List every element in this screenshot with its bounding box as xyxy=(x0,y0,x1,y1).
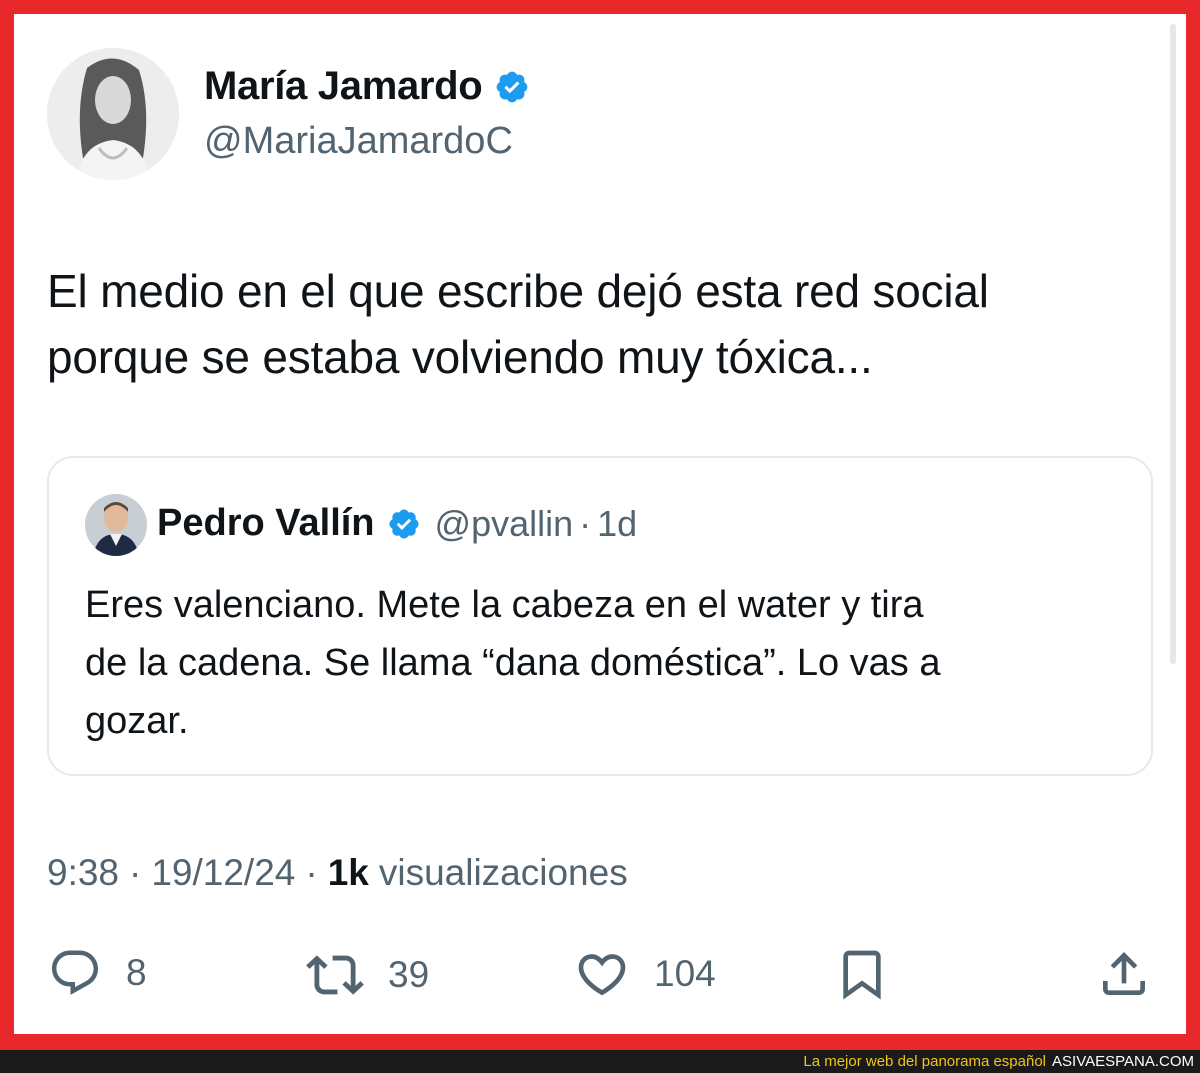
quoted-text-line: gozar. xyxy=(85,700,189,742)
quoted-text: Eres valenciano. Mete la cabeza en el wa… xyxy=(85,576,1115,750)
bookmark-button[interactable] xyxy=(834,946,890,1002)
scrollbar[interactable] xyxy=(1170,24,1176,664)
tweet-meta: 9:38 · 19/12/24 · 1k visualizaciones xyxy=(47,852,628,894)
like-count: 104 xyxy=(654,953,716,994)
site-footer: La mejor web del panorama español ASIVAES… xyxy=(0,1050,1200,1073)
bookmark-icon xyxy=(843,950,881,1000)
verified-badge-icon[interactable] xyxy=(494,69,530,105)
quoted-handle[interactable]: @pvallin xyxy=(435,503,574,545)
quoted-avatar-photo xyxy=(85,494,147,556)
author-avatar[interactable] xyxy=(47,48,179,180)
heart-icon xyxy=(578,954,626,996)
author-display-name[interactable]: María Jamardo xyxy=(204,64,483,109)
repost-icon xyxy=(306,955,364,995)
reply-icon xyxy=(51,950,99,995)
footer-brand[interactable]: ASIVAESPANA.COM xyxy=(1052,1053,1194,1070)
quoted-text-line: de la cadena. Se llama “dana doméstica”.… xyxy=(85,642,941,684)
author-name-row: María Jamardo xyxy=(204,64,530,109)
separator-dot: · xyxy=(129,852,142,893)
reply-button[interactable]: 8 xyxy=(48,946,147,1000)
share-button[interactable] xyxy=(1096,946,1152,1002)
tweet-text-line: porque se estaba volviendo muy tóxica... xyxy=(47,331,873,383)
quoted-tweet[interactable]: Pedro Vallín @pvallin · 1d Eres valencia… xyxy=(47,456,1153,776)
repost-button[interactable]: 39 xyxy=(306,946,429,1004)
quoted-text-line: Eres valenciano. Mete la cabeza en el wa… xyxy=(85,584,924,626)
author-avatar-photo xyxy=(47,48,179,180)
quoted-display-name[interactable]: Pedro Vallín xyxy=(157,502,375,545)
tweet-time[interactable]: 9:38 xyxy=(47,852,119,894)
quoted-author-avatar[interactable] xyxy=(85,494,147,556)
views-label: visualizaciones xyxy=(378,852,628,893)
quoted-timestamp[interactable]: 1d xyxy=(597,503,637,545)
tweet-card: María Jamardo @MariaJamardoC El medio en… xyxy=(14,14,1186,1034)
views-count: 1k xyxy=(327,852,369,893)
separator-dot: · xyxy=(305,852,318,893)
tweet-text-line: El medio en el que escribe dejó esta red… xyxy=(47,265,989,317)
quoted-header: Pedro Vallín @pvallin · 1d xyxy=(157,502,637,545)
like-button[interactable]: 104 xyxy=(574,946,716,1002)
tweet-text: El medio en el que escribe dejó esta red… xyxy=(47,258,1157,390)
repost-count: 39 xyxy=(388,954,430,995)
author-handle[interactable]: @MariaJamardoC xyxy=(204,120,513,163)
footer-tagline: La mejor web del panorama español xyxy=(803,1053,1047,1070)
reply-count: 8 xyxy=(126,952,147,993)
separator-dot: · xyxy=(579,502,592,544)
red-frame: María Jamardo @MariaJamardoC El medio en… xyxy=(0,0,1200,1050)
tweet-date[interactable]: 19/12/24 xyxy=(151,852,295,894)
verified-badge-icon[interactable] xyxy=(387,507,421,541)
share-icon xyxy=(1103,952,1145,995)
